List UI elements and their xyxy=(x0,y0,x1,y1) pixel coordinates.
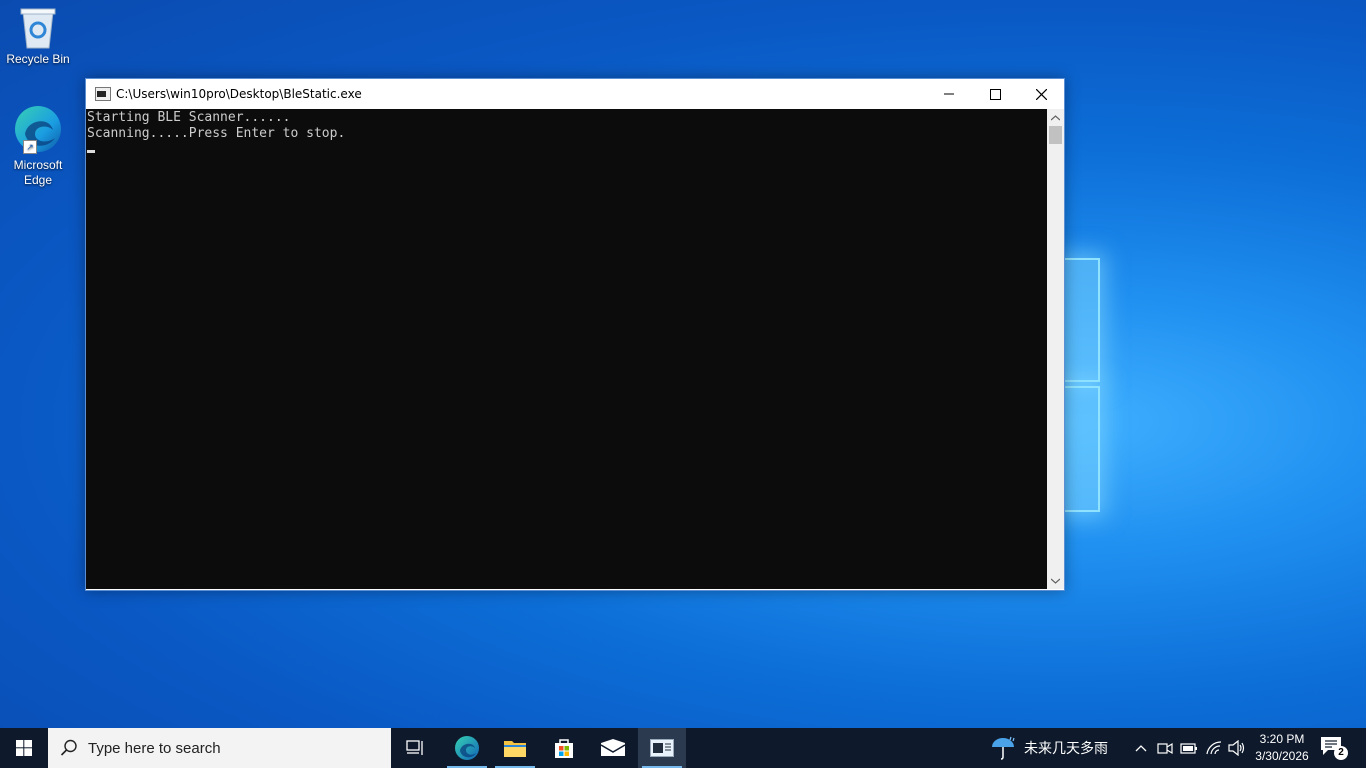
taskbar-file-explorer[interactable] xyxy=(491,728,539,768)
console-app-icon xyxy=(95,87,111,101)
chevron-up-icon xyxy=(1135,745,1147,752)
taskbar-task-view[interactable] xyxy=(392,728,440,768)
edge-icon xyxy=(455,736,479,760)
vertical-scrollbar[interactable] xyxy=(1047,109,1064,589)
clock-time: 3:20 PM xyxy=(1259,732,1305,746)
tray-network[interactable] xyxy=(1204,738,1224,758)
taskbar-console-app[interactable] xyxy=(638,728,686,768)
window-title: C:\Users\win10pro\Desktop\BleStatic.exe xyxy=(116,87,362,101)
windows-start-icon xyxy=(16,740,32,756)
camera-icon xyxy=(1157,742,1173,755)
clock-date: 3/30/2026 xyxy=(1255,749,1309,763)
maximize-button[interactable] xyxy=(972,79,1018,109)
desktop-icon-recycle-bin[interactable]: Recycle Bin xyxy=(0,6,76,67)
console-line: Scanning.....Press Enter to stop. xyxy=(87,126,346,141)
task-view-icon xyxy=(406,740,423,755)
umbrella-rain-icon xyxy=(992,736,1015,760)
console-window[interactable]: C:\Users\win10pro\Desktop\BleStatic.exe … xyxy=(85,78,1065,591)
close-icon xyxy=(1035,88,1047,100)
taskbar-edge[interactable] xyxy=(443,728,491,768)
taskbar: Type here to search 未来几天多雨 3:20 PM 3/30/… xyxy=(0,728,1366,768)
notification-count-badge: 2 xyxy=(1334,746,1348,760)
chevron-up-icon xyxy=(1051,114,1060,120)
window-titlebar[interactable]: C:\Users\win10pro\Desktop\BleStatic.exe xyxy=(86,79,1064,109)
desktop-icon-label: Recycle Bin xyxy=(6,52,70,66)
desktop-icon-label: Microsoft Edge xyxy=(13,158,63,187)
chevron-down-icon xyxy=(1051,578,1060,584)
scrollbar-thumb[interactable] xyxy=(1049,126,1062,144)
store-icon xyxy=(555,739,573,758)
action-center-button[interactable]: 2 xyxy=(1320,736,1348,760)
windows-wallpaper-logo xyxy=(1062,258,1100,512)
tray-meet-now[interactable] xyxy=(1155,738,1175,758)
tray-volume[interactable] xyxy=(1227,738,1247,758)
folder-icon xyxy=(504,741,526,757)
console-output[interactable]: Starting BLE Scanner...... Scanning.....… xyxy=(86,109,1047,589)
search-placeholder: Type here to search xyxy=(88,740,221,757)
close-button[interactable] xyxy=(1018,79,1064,109)
edge-icon: ↗ xyxy=(13,104,63,156)
minimize-icon xyxy=(944,93,954,95)
weather-text: 未来几天多雨 xyxy=(1024,740,1108,756)
search-icon xyxy=(60,739,77,756)
console-cursor xyxy=(87,150,95,153)
wifi-icon xyxy=(1206,741,1222,755)
maximize-icon xyxy=(989,88,1001,100)
tray-battery[interactable] xyxy=(1179,738,1199,758)
show-hidden-icons-button[interactable] xyxy=(1131,738,1151,758)
taskbar-clock[interactable]: 3:20 PM 3/30/2026 xyxy=(1252,731,1312,765)
taskbar-mail[interactable] xyxy=(589,728,637,768)
taskbar-search-box[interactable]: Type here to search xyxy=(48,728,391,768)
start-button[interactable] xyxy=(0,728,48,768)
minimize-button[interactable] xyxy=(926,79,972,109)
taskbar-microsoft-store[interactable] xyxy=(540,728,588,768)
console-line: Starting BLE Scanner...... xyxy=(87,110,291,125)
speaker-icon xyxy=(1228,740,1245,756)
battery-plugged-icon xyxy=(1180,743,1197,754)
console-icon xyxy=(650,739,674,757)
recycle-bin-icon xyxy=(18,6,58,50)
desktop-icon-edge[interactable]: ↗ Microsoft Edge xyxy=(0,104,76,188)
scroll-down-button[interactable] xyxy=(1047,572,1064,589)
mail-icon xyxy=(600,739,626,756)
scroll-up-button[interactable] xyxy=(1047,109,1064,126)
weather-widget[interactable]: 未来几天多雨 xyxy=(990,736,1108,760)
